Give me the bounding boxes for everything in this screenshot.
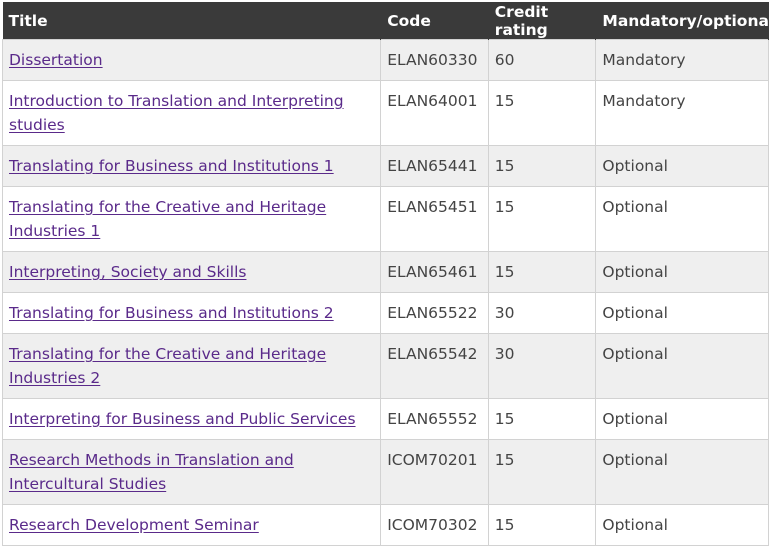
table-row: Translating for the Creative and Heritag… bbox=[1, 333, 769, 399]
cell-code: ELAN60330 bbox=[380, 39, 489, 81]
cell-mandatory: Optional bbox=[595, 251, 769, 293]
cell-title: Introduction to Translation and Interpre… bbox=[1, 80, 382, 146]
unit-link-research-methods[interactable]: Research Methods in Translation and Inte… bbox=[9, 451, 294, 493]
header-credit-rating: Credit rating bbox=[488, 2, 597, 40]
table-row: Translating for the Creative and Heritag… bbox=[1, 186, 769, 252]
cell-code: ELAN65552 bbox=[380, 398, 489, 440]
cell-mandatory: Optional bbox=[595, 439, 769, 505]
cell-mandatory: Optional bbox=[595, 398, 769, 440]
cell-mandatory: Optional bbox=[595, 333, 769, 399]
cell-mandatory: Optional bbox=[595, 292, 769, 334]
cell-code: ELAN65461 bbox=[380, 251, 489, 293]
cell-credit: 15 bbox=[487, 80, 597, 146]
header-code: Code bbox=[380, 2, 489, 40]
cell-mandatory: Mandatory bbox=[595, 39, 769, 81]
cell-code: ELAN65451 bbox=[380, 186, 489, 252]
cell-code: ELAN65522 bbox=[380, 292, 489, 334]
cell-mandatory: Optional bbox=[595, 145, 769, 187]
table-row: Interpreting, Society and Skills ELAN654… bbox=[1, 251, 769, 293]
course-units-table: Title Code Credit rating Mandatory/optio… bbox=[1, 2, 773, 546]
cell-title: Translating for the Creative and Heritag… bbox=[1, 186, 382, 252]
course-units-section: Title Code Credit rating Mandatory/optio… bbox=[1, 2, 773, 546]
header-row: Title Code Credit rating Mandatory/optio… bbox=[2, 2, 773, 40]
table-row: Translating for Business and Institution… bbox=[1, 292, 769, 334]
unit-link-business-2[interactable]: Translating for Business and Institution… bbox=[9, 304, 334, 322]
unit-link-interpreting-society[interactable]: Interpreting, Society and Skills bbox=[9, 263, 246, 281]
cell-title: Research Methods in Translation and Inte… bbox=[1, 439, 382, 505]
cell-credit: 15 bbox=[487, 504, 597, 546]
cell-code: ELAN64001 bbox=[380, 80, 489, 146]
cell-credit: 60 bbox=[487, 39, 597, 81]
cell-mandatory: Mandatory bbox=[595, 80, 769, 146]
unit-link-creative-2[interactable]: Translating for the Creative and Heritag… bbox=[9, 345, 326, 387]
table-row: Translating for Business and Institution… bbox=[1, 145, 769, 187]
table-header: Title Code Credit rating Mandatory/optio… bbox=[2, 2, 773, 40]
unit-link-interpreting-business[interactable]: Interpreting for Business and Public Ser… bbox=[9, 410, 356, 428]
cell-code: ELAN65542 bbox=[380, 333, 489, 399]
cell-code: ICOM70302 bbox=[380, 504, 489, 546]
table-body: Dissertation ELAN60330 60 Mandatory Intr… bbox=[1, 39, 769, 546]
unit-link-creative-1[interactable]: Translating for the Creative and Heritag… bbox=[9, 198, 326, 240]
table-row: Introduction to Translation and Interpre… bbox=[1, 80, 769, 146]
cell-mandatory: Optional bbox=[595, 504, 769, 546]
header-title: Title bbox=[2, 2, 382, 40]
cell-title: Translating for Business and Institution… bbox=[1, 145, 382, 187]
cell-title: Dissertation bbox=[1, 39, 382, 81]
cell-code: ICOM70201 bbox=[380, 439, 489, 505]
unit-link-intro-translation[interactable]: Introduction to Translation and Interpre… bbox=[9, 92, 344, 134]
table-row: Dissertation ELAN60330 60 Mandatory bbox=[1, 39, 769, 81]
cell-title: Translating for Business and Institution… bbox=[1, 292, 382, 334]
unit-link-business-1[interactable]: Translating for Business and Institution… bbox=[9, 157, 334, 175]
cell-credit: 15 bbox=[487, 398, 597, 440]
cell-mandatory: Optional bbox=[595, 186, 769, 252]
cell-credit: 15 bbox=[487, 439, 597, 505]
cell-title: Research Development Seminar bbox=[1, 504, 382, 546]
cell-credit: 15 bbox=[487, 145, 597, 187]
cell-code: ELAN65441 bbox=[380, 145, 489, 187]
cell-credit: 30 bbox=[487, 333, 597, 399]
table-row: Research Methods in Translation and Inte… bbox=[1, 439, 769, 505]
unit-link-dissertation[interactable]: Dissertation bbox=[9, 51, 103, 69]
cell-title: Interpreting, Society and Skills bbox=[1, 251, 382, 293]
header-mandatory-optional: Mandatory/optional bbox=[595, 2, 773, 40]
table-row: Interpreting for Business and Public Ser… bbox=[1, 398, 769, 440]
cell-title: Interpreting for Business and Public Ser… bbox=[1, 398, 382, 440]
cell-title: Translating for the Creative and Heritag… bbox=[1, 333, 382, 399]
cell-credit: 30 bbox=[487, 292, 597, 334]
cell-credit: 15 bbox=[487, 186, 597, 252]
cell-credit: 15 bbox=[487, 251, 597, 293]
unit-link-research-seminar[interactable]: Research Development Seminar bbox=[9, 516, 259, 534]
table-row: Research Development Seminar ICOM70302 1… bbox=[1, 504, 769, 546]
